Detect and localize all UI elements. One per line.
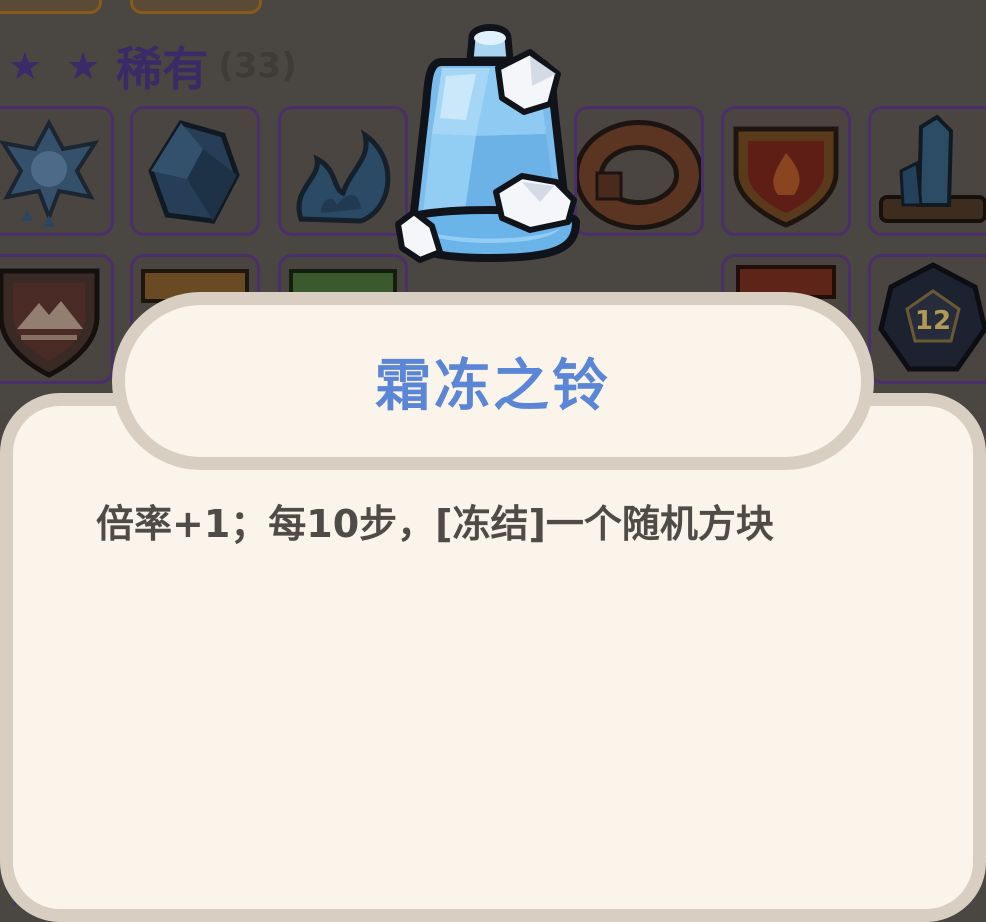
top-tab-button[interactable] [0,0,102,14]
top-tab-button[interactable] [130,0,262,14]
d12-dice-icon: 12 [878,262,986,372]
item-description: 倍率+1；每10步，[冻结]一个随机方块 [96,502,774,546]
rarity-stars: ★ ★ [8,44,107,88]
crystal-pillar-icon [879,114,986,223]
dice-number: 12 [915,306,951,336]
fire-shield-icon [733,126,839,228]
fire-shield-slot[interactable] [721,106,851,236]
item-title: 霜冻之铃 [375,353,611,419]
rarity-section-header: ★ ★ 稀有 (33) [8,38,297,96]
frost-emblem-slot[interactable] [0,106,114,236]
frost-bell-icon [395,24,580,263]
rarity-title: 稀有 [116,42,209,96]
sapphire-gem-icon [148,120,240,224]
d12-dice-slot[interactable]: 12 [868,254,986,384]
sapphire-gem-slot[interactable] [130,106,260,236]
mountain-shield-icon [0,268,100,378]
crystal-pillar-slot[interactable] [868,106,986,236]
mountain-shield-slot[interactable] [0,254,114,384]
item-title-banner: 霜冻之铃 [112,292,874,470]
frost-emblem-icon [0,118,100,227]
item-detail-dialog: 倍率+1；每10步，[冻结]一个随机方块 [0,393,986,922]
rarity-count: (33) [218,46,297,86]
